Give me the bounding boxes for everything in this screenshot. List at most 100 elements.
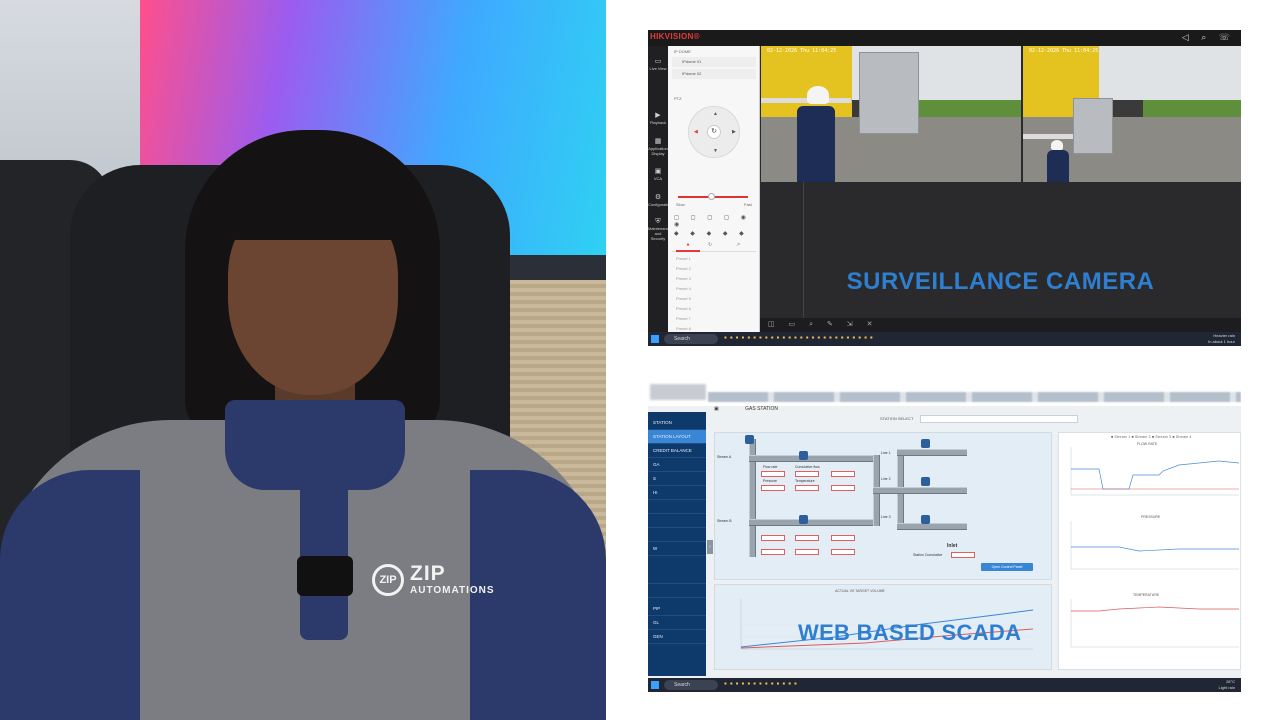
stream-a-measure-value (831, 485, 855, 491)
sidebar-item[interactable] (648, 514, 706, 528)
page-title: ▣ GAS STATION (714, 406, 778, 412)
taskbar-apps[interactable]: ▪▪▪▪▪▪▪▪▪▪▪▪▪ (724, 679, 800, 688)
station-cumulative-label: Station Cumulative (913, 553, 943, 557)
worker-figure (1047, 150, 1069, 182)
sidebar-item[interactable]: W (648, 542, 706, 556)
line-2-label: Line 2 (881, 477, 891, 481)
sidebar-item[interactable] (648, 500, 706, 514)
scada-sidebar: STATION STATION LAYOUT CREDIT BALANCE GA… (648, 412, 706, 676)
preset-item[interactable]: Preset 4 (676, 286, 691, 291)
pressure-series (1071, 546, 1239, 552)
line-2-pipe (897, 487, 967, 494)
scada-app-window: ▣ GAS STATION STATION SELECT STATION STA… (648, 380, 1241, 692)
sidebar-item[interactable]: GEN (648, 630, 706, 644)
inlet-valve-icon (745, 435, 754, 444)
device-item-1[interactable]: IPdome 01 (672, 57, 756, 67)
sidebar-item[interactable] (648, 584, 706, 598)
open-control-panel-button[interactable]: Open Control Panel (981, 563, 1033, 571)
camera-feed-2[interactable]: 02-12-2026 Thu 11:04:25 (1023, 46, 1241, 182)
ptz-tool-row-2[interactable]: ◆ ◆ ◆ ◆ ◆ (674, 230, 754, 237)
titlebar-icons[interactable]: ◁ ⌕ ☏ (1182, 32, 1235, 43)
sidebar-item[interactable]: GL (648, 616, 706, 630)
taskbar-search[interactable]: Search (664, 680, 718, 690)
empty-view-grid[interactable] (803, 182, 1063, 320)
camera-feed-1[interactable]: 02-12-2026 Thu 11:04:25 (761, 46, 1021, 182)
tab-pattern[interactable]: ↗ (736, 242, 740, 248)
ptz-down-icon[interactable]: ▼ (713, 148, 718, 154)
nav-live-view[interactable]: ▭ Live View (648, 58, 668, 71)
ptz-tool-row-1[interactable]: ◻ ◻ ◻ ◻ ◉ ◉ (674, 214, 754, 228)
ptz-center-icon[interactable]: ↻ (707, 125, 721, 139)
weather-subtext: In about 1 hour (1208, 339, 1235, 344)
scada-top-tabs-blurred[interactable] (708, 392, 1241, 402)
gas-meter-cabinet (1073, 98, 1113, 154)
nav-configuration[interactable]: ⚙ Configuration (648, 194, 672, 207)
windows-start-icon[interactable] (651, 681, 659, 689)
tab-presets[interactable]: ● (676, 242, 700, 252)
ptz-left-icon[interactable]: ◀ (694, 129, 698, 135)
sidebar-item[interactable] (648, 570, 706, 584)
camera-nav: ▭ Live View ▶ Playback ▦ Application Displa… (648, 46, 672, 332)
video-frame: ZIP ZIP AUTOMATIONS HIKVISION® ◁ ⌕ ☏ ▭ Li… (0, 0, 1280, 720)
scada-caption: WEB BASED SCADA (798, 620, 1022, 645)
sidebar-item[interactable] (648, 528, 706, 542)
stream-a-pipe (749, 455, 879, 462)
windows-start-icon[interactable] (651, 335, 659, 343)
sidebar-item[interactable]: HI (648, 486, 706, 500)
sidebar-item[interactable]: PIP (648, 602, 706, 616)
preset-item[interactable]: Preset 3 (676, 276, 691, 281)
nav-application-display[interactable]: ▦ Application Display (648, 138, 668, 156)
stream-b-flow-value (761, 535, 785, 541)
stream-b-cumulative-value (795, 535, 819, 541)
sidebar-item-credit-balance[interactable]: CREDIT BALANCE (648, 444, 706, 458)
preset-item[interactable]: Preset 6 (676, 306, 691, 311)
line-1-meter-icon (921, 439, 930, 448)
ptz-control-pad[interactable]: ▲ ▼ ◀ ▶ ↻ (688, 106, 740, 158)
taskbar-search[interactable]: Search (664, 334, 718, 344)
sidebar-item[interactable]: GA (648, 458, 706, 472)
slider-handle[interactable] (708, 193, 715, 200)
stream-a-cumulative-value (795, 471, 819, 477)
stream-a-extra-value (831, 471, 855, 477)
tab-patrol[interactable]: ↻ (708, 242, 712, 248)
nav-vca[interactable]: ▣ VCA (648, 168, 668, 181)
preset-tabs: ● ↻ ↗ (672, 242, 756, 252)
cumulative-label: Cumulative flow (795, 465, 820, 469)
station-select-dropdown[interactable] (920, 415, 1078, 423)
device-item-2[interactable]: IPdome 02 (672, 69, 756, 79)
preset-item[interactable]: Preset 5 (676, 296, 691, 301)
preset-item[interactable]: Preset 7 (676, 316, 691, 321)
nav-playback[interactable]: ▶ Playback (648, 112, 668, 125)
preset-item[interactable]: Preset 8 (676, 326, 691, 331)
taskbar-apps[interactable]: ▪▪▪▪▪▪▪▪▪▪▪▪▪▪▪▪▪▪▪▪▪▪▪▪▪▪ (724, 333, 876, 342)
lapel-microphone (297, 556, 353, 596)
application-display-icon: ▦ (654, 138, 662, 145)
ptz-up-icon[interactable]: ▲ (713, 111, 718, 117)
preset-item[interactable]: Preset 1 (676, 256, 691, 261)
stream-b-meter-icon (799, 515, 808, 524)
station-name: GAS STATION (745, 406, 778, 412)
view-toolbar[interactable]: ◫ ▭ ⌕ ✎ ⇲ ✕ (760, 318, 1241, 332)
nav-label: Playback (649, 120, 667, 125)
device-panel: IP DOME IPdome 01 IPdome 02 PTZ ▲ ▼ ◀ ▶ … (668, 46, 760, 332)
nav-label: Live View (649, 66, 667, 71)
sidebar-item-station-layout[interactable]: STATION LAYOUT (648, 430, 706, 444)
sidebar-collapse-button[interactable]: ‹ (707, 540, 713, 554)
logo-badge: ZIP (372, 564, 404, 596)
gas-meter-cabinet (859, 52, 919, 134)
presenter-video: ZIP ZIP AUTOMATIONS (0, 0, 606, 720)
ptz-right-icon[interactable]: ▶ (732, 129, 736, 135)
stream-a-flow-value (761, 471, 785, 477)
playback-icon: ▶ (655, 112, 661, 119)
sidebar-item-station[interactable]: STATION (648, 416, 706, 430)
sidebar-item[interactable]: S (648, 472, 706, 486)
worker-helmet (1051, 140, 1063, 150)
station-select-label: STATION SELECT (880, 416, 914, 421)
presenter-fringe (215, 150, 415, 240)
worker-figure (797, 106, 835, 182)
feed-1-timestamp: 02-12-2026 Thu 11:04:25 (767, 48, 837, 54)
preset-item[interactable]: Preset 2 (676, 266, 691, 271)
pressure-label: Pressure (763, 479, 778, 483)
worker-helmet (807, 86, 829, 104)
nav-maintenance[interactable]: ⛨ Maintenance and Security (648, 218, 671, 241)
